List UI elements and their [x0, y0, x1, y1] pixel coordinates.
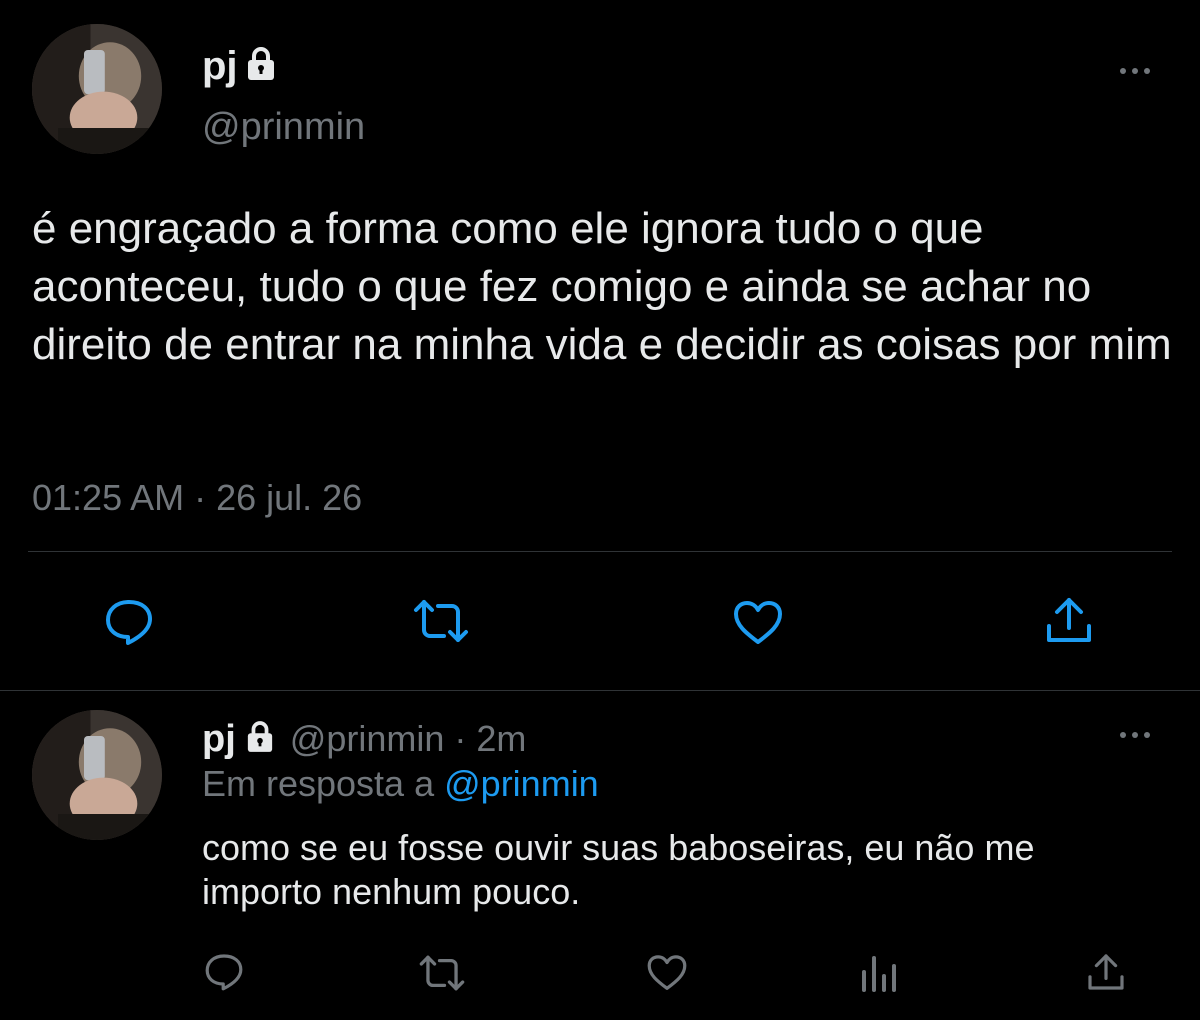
divider [0, 690, 1200, 691]
avatar[interactable] [32, 24, 162, 154]
retweet-icon [414, 600, 468, 642]
replying-to: Em resposta a @prinmin [202, 762, 599, 806]
share-button[interactable] [1044, 596, 1094, 644]
reply-icon [106, 600, 152, 645]
share-icon [1047, 598, 1091, 642]
share-button[interactable] [1086, 952, 1126, 992]
views-button[interactable] [860, 956, 898, 992]
mention-link[interactable]: @prinmin [444, 763, 599, 804]
views-icon [862, 956, 896, 992]
avatar[interactable] [32, 710, 162, 840]
lock-icon [246, 46, 276, 86]
reply-button[interactable] [204, 952, 244, 992]
more-icon[interactable] [1120, 68, 1150, 74]
like-button[interactable] [732, 600, 784, 646]
retweet-icon [419, 955, 465, 991]
replying-prefix: Em resposta a [202, 763, 435, 804]
like-button[interactable] [646, 954, 688, 992]
lock-icon [246, 720, 274, 758]
like-icon [647, 955, 687, 990]
handle[interactable]: @prinmin [202, 104, 365, 150]
reply-button[interactable] [104, 598, 154, 646]
reply-text: como se eu fosse ouvir suas baboseiras, … [202, 827, 1035, 912]
handle-time[interactable]: @prinmin · 2m [290, 718, 527, 760]
display-name[interactable]: pj [202, 44, 238, 89]
retweet-button[interactable] [418, 954, 466, 992]
share-icon [1088, 954, 1124, 990]
retweet-button[interactable] [412, 598, 470, 644]
like-icon [734, 601, 782, 644]
tweet-text: é engraçado a forma como ele ignora tudo… [32, 204, 1172, 369]
reply-icon [205, 954, 243, 991]
more-icon[interactable] [1120, 732, 1150, 738]
tweet-timestamp[interactable]: 01:25 AM · 26 jul. 26 [32, 476, 362, 520]
display-name[interactable]: pj [202, 718, 236, 761]
divider [28, 551, 1172, 552]
